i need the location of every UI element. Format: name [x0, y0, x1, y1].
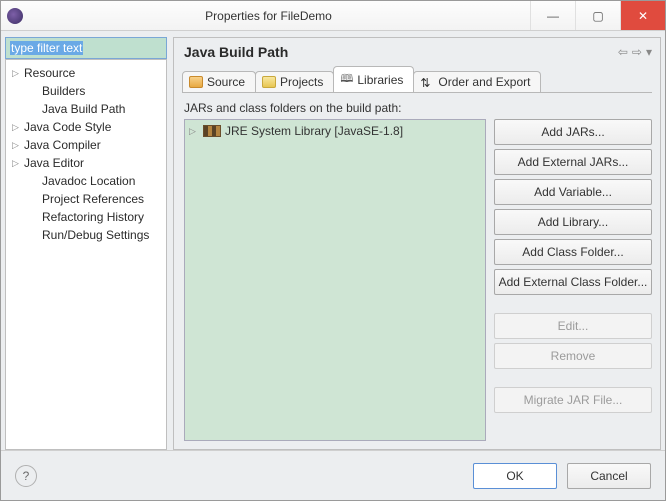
tree-item-label: Project References [42, 192, 144, 206]
tree-item[interactable]: Builders [6, 82, 166, 100]
page-title: Java Build Path [184, 44, 614, 60]
tree-item[interactable]: ▷Java Compiler [6, 136, 166, 154]
tree-item[interactable]: Javadoc Location [6, 172, 166, 190]
library-entry[interactable]: ▷ JRE System Library [JavaSE-1.8] [189, 124, 481, 138]
tab-libraries[interactable]: 🕮 Libraries [333, 66, 414, 92]
add-jars-button[interactable]: Add JARs... [494, 119, 652, 145]
edit-button: Edit... [494, 313, 652, 339]
tab-order-export[interactable]: ⇅ Order and Export [413, 71, 541, 92]
libraries-icon: 🕮 [340, 70, 353, 89]
filter-input[interactable]: type filter text [5, 37, 167, 59]
tab-bar: Source Projects 🕮 Libraries ⇅ Order and Ex… [174, 66, 660, 92]
tab-source[interactable]: Source [182, 71, 256, 92]
order-export-icon: ⇅ [420, 76, 434, 88]
projects-icon [262, 76, 276, 88]
tree-item-label: Java Code Style [24, 120, 111, 134]
filter-placeholder: type filter text [10, 41, 83, 55]
expand-icon[interactable]: ▷ [12, 158, 24, 169]
properties-dialog: Properties for FileDemo — ▢ ✕ type filte… [0, 0, 666, 501]
tree-item-label: Resource [24, 66, 75, 80]
add-library-button[interactable]: Add Library... [494, 209, 652, 235]
expand-icon[interactable]: ▷ [12, 122, 24, 133]
tab-label: Projects [280, 75, 323, 89]
tree-item-label: Run/Debug Settings [42, 228, 149, 242]
minimize-button[interactable]: — [530, 1, 575, 30]
remove-button: Remove [494, 343, 652, 369]
tree-item-label: Refactoring History [42, 210, 144, 224]
add-variable-button[interactable]: Add Variable... [494, 179, 652, 205]
window-title: Properties for FileDemo [7, 9, 530, 23]
libraries-list[interactable]: ▷ JRE System Library [JavaSE-1.8] [184, 119, 486, 441]
tree-item-label: Java Compiler [24, 138, 101, 152]
expand-icon[interactable]: ▷ [12, 68, 24, 79]
tab-label: Libraries [357, 73, 403, 87]
tab-projects[interactable]: Projects [255, 71, 334, 92]
source-icon [189, 76, 203, 88]
cancel-button[interactable]: Cancel [567, 463, 651, 489]
migrate-jar-button: Migrate JAR File... [494, 387, 652, 413]
tree-item-label: Builders [42, 84, 85, 98]
tree-item-label: Java Build Path [42, 102, 125, 116]
tree-item[interactable]: Java Build Path [6, 100, 166, 118]
tree-item[interactable]: ▷Java Editor [6, 154, 166, 172]
tree-item[interactable]: Project References [6, 190, 166, 208]
tab-label: Order and Export [438, 75, 530, 89]
expand-icon[interactable]: ▷ [189, 126, 199, 137]
maximize-button[interactable]: ▢ [575, 1, 620, 30]
add-class-folder-button[interactable]: Add Class Folder... [494, 239, 652, 265]
add-external-jars-button[interactable]: Add External JARs... [494, 149, 652, 175]
add-external-class-folder-button[interactable]: Add External Class Folder... [494, 269, 652, 295]
description-label: JARs and class folders on the build path… [184, 101, 652, 115]
library-icon [203, 125, 221, 137]
forward-icon[interactable]: ⇨ [632, 45, 642, 59]
ok-button[interactable]: OK [473, 463, 557, 489]
tab-label: Source [207, 75, 245, 89]
close-button[interactable]: ✕ [620, 1, 665, 30]
tree-item[interactable]: ▷Java Code Style [6, 118, 166, 136]
category-tree[interactable]: ▷ResourceBuildersJava Build Path▷Java Co… [5, 59, 167, 450]
tree-item[interactable]: ▷Resource [6, 64, 166, 82]
tree-item[interactable]: Refactoring History [6, 208, 166, 226]
tree-item-label: Javadoc Location [42, 174, 135, 188]
titlebar: Properties for FileDemo — ▢ ✕ [1, 1, 665, 31]
library-label: JRE System Library [JavaSE-1.8] [225, 124, 403, 138]
tree-item[interactable]: Run/Debug Settings [6, 226, 166, 244]
tree-item-label: Java Editor [24, 156, 84, 170]
expand-icon[interactable]: ▷ [12, 140, 24, 151]
help-button[interactable]: ? [15, 465, 37, 487]
back-icon[interactable]: ⇦ [618, 45, 628, 59]
menu-icon[interactable]: ▾ [646, 45, 652, 59]
